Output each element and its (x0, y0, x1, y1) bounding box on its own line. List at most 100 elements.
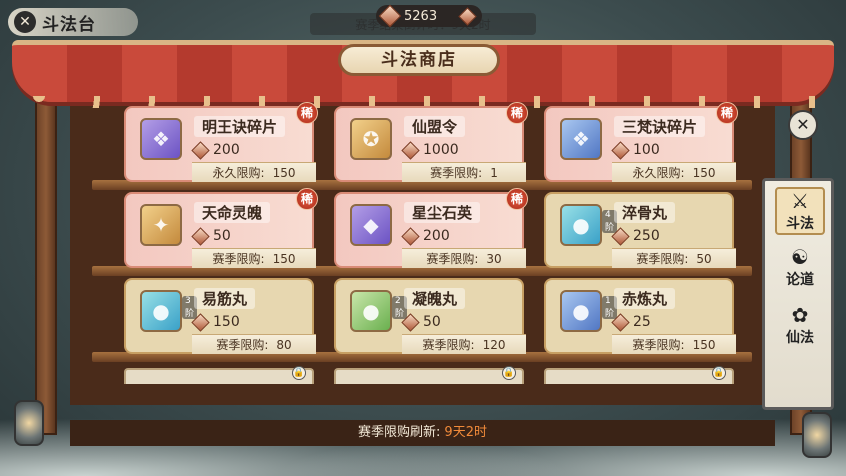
refresh-time: 9天2时 (444, 425, 487, 440)
tab-label: 斗法 (786, 216, 814, 232)
pill-icon: ● 1阶 (560, 290, 617, 332)
item-name: 淬骨丸 (614, 202, 676, 223)
limit-value: 30 (486, 252, 502, 266)
refresh-timer-bar: 赛季限购刷新: 9天2时 (70, 420, 775, 446)
currency-gem-icon (191, 140, 210, 160)
shop-item-card[interactable]: ● 2阶 凝魄丸 50 赛季限购: 120 (334, 278, 526, 354)
lock-icon: 🔒 (502, 366, 516, 380)
tab-label: 论道 (786, 272, 814, 288)
tab-duel[interactable]: ⚔ 斗法 (775, 187, 825, 235)
close-icon[interactable]: ✕ (788, 110, 818, 140)
currency-add-icon[interactable] (458, 6, 477, 26)
rare-badge: 稀 (506, 188, 528, 210)
fragment-icon: ❖ (560, 118, 602, 160)
limit-value: 50 (696, 252, 712, 266)
shop-item-card[interactable]: ❖ 三梵诀碎片 100 永久限购: 150 稀 (544, 102, 738, 182)
item-price-value: 250 (633, 228, 660, 244)
currency-gem-icon (611, 140, 630, 160)
item-purchase-limit: 永久限购: 150 (192, 162, 316, 182)
limit-label: 永久限购: (632, 166, 685, 180)
item-name: 三梵诀碎片 (614, 116, 706, 137)
item-price-value: 25 (633, 314, 651, 330)
currency-gem-icon (611, 312, 630, 332)
limit-label: 赛季限购: (430, 166, 483, 180)
limit-value: 1 (490, 166, 498, 180)
item-price-value: 150 (213, 314, 240, 330)
lantern-icon (14, 400, 44, 446)
item-name: 星尘石英 (404, 202, 481, 223)
rare-badge: 稀 (506, 102, 528, 124)
page-title-bar[interactable]: ✕ 斗法台 (8, 8, 138, 36)
rare-badge: 稀 (296, 102, 318, 124)
locked-item-card: 🔒 (544, 366, 734, 384)
item-price-value: 100 (633, 142, 660, 158)
fragment-icon: ❖ (140, 118, 182, 160)
currency-gem-icon (191, 226, 210, 246)
limit-label: 赛季限购: (216, 338, 269, 352)
locked-item-card: 🔒 (124, 366, 314, 384)
item-price: 200 (191, 140, 240, 160)
limit-label: 永久限购: (212, 166, 265, 180)
item-purchase-limit: 赛季限购: 150 (192, 248, 316, 268)
tab-label: 仙法 (786, 330, 814, 346)
currency-gem-icon (401, 226, 420, 246)
item-price-value: 50 (423, 314, 441, 330)
lantern-icon (802, 412, 832, 458)
shop-item-card[interactable]: ◆ 星尘石英 200 赛季限购: 30 稀 (334, 188, 528, 268)
item-price-value: 1000 (423, 142, 459, 158)
item-name: 赤炼丸 (614, 288, 676, 309)
token-icon: ✪ (350, 118, 392, 160)
soul-icon: ✦ (140, 204, 182, 246)
shop-item-card[interactable]: ✪ 仙盟令 1000 赛季限购: 1 稀 (334, 102, 528, 182)
item-purchase-limit: 永久限购: 150 (612, 162, 736, 182)
shop-item-card[interactable]: ✦ 天命灵魄 50 赛季限购: 150 稀 (124, 188, 318, 268)
item-purchase-limit: 赛季限购: 50 (612, 248, 736, 268)
limit-label: 赛季限购: (632, 338, 685, 352)
item-name: 仙盟令 (404, 116, 466, 137)
currency-gem-icon (191, 312, 210, 332)
limit-value: 150 (272, 252, 296, 266)
lock-icon: 🔒 (712, 366, 726, 380)
item-purchase-limit: 赛季限购: 150 (612, 334, 736, 354)
limit-value: 150 (692, 338, 716, 352)
currency-value: 5263 (404, 8, 438, 24)
item-price: 150 (191, 312, 240, 332)
item-price-value: 200 (213, 142, 240, 158)
lock-icon: 🔒 (292, 366, 306, 380)
crystal-icon: ◆ (350, 204, 392, 246)
currency-gem-icon (401, 140, 420, 160)
currency-display: 5263 (376, 4, 482, 28)
locked-item-card: 🔒 (334, 366, 524, 384)
item-purchase-limit: 赛季限购: 120 (402, 334, 526, 354)
item-name: 易筋丸 (194, 288, 256, 309)
item-purchase-limit: 赛季限购: 30 (402, 248, 526, 268)
debate-icon: ☯ (791, 245, 809, 269)
item-price: 1000 (401, 140, 459, 160)
limit-value: 150 (692, 166, 716, 180)
shop-item-card[interactable]: ● 3阶 易筋丸 150 赛季限购: 80 (124, 278, 316, 354)
item-name: 明王诀碎片 (194, 116, 286, 137)
item-price: 100 (611, 140, 660, 160)
limit-value: 120 (482, 338, 506, 352)
limit-label: 赛季限购: (636, 252, 689, 266)
tab-debate[interactable]: ☯ 论道 (775, 245, 825, 293)
item-purchase-limit: 赛季限购: 80 (192, 334, 316, 354)
limit-label: 赛季限购: (422, 338, 475, 352)
spell-icon: ✿ (791, 303, 809, 327)
pill-icon: ● 3阶 (140, 290, 197, 332)
shop-item-card[interactable]: ❖ 明王诀碎片 200 永久限购: 150 稀 (124, 102, 318, 182)
rare-badge: 稀 (716, 102, 738, 124)
back-icon[interactable]: ✕ (14, 11, 36, 33)
duel-icon: ⚔ (791, 189, 809, 213)
item-price: 250 (611, 226, 660, 246)
shop-item-card[interactable]: ● 4阶 淬骨丸 250 赛季限购: 50 (544, 192, 736, 268)
limit-label: 赛季限购: (212, 252, 265, 266)
shop-item-card[interactable]: ● 1阶 赤炼丸 25 赛季限购: 150 (544, 278, 736, 354)
item-purchase-limit: 赛季限购: 1 (402, 162, 526, 182)
tab-spell[interactable]: ✿ 仙法 (775, 303, 825, 351)
currency-gem-icon (378, 4, 402, 28)
pill-icon: ● 4阶 (560, 204, 617, 246)
item-price: 25 (611, 312, 651, 332)
item-name: 天命灵魄 (194, 202, 271, 223)
pill-icon: ● 2阶 (350, 290, 407, 332)
